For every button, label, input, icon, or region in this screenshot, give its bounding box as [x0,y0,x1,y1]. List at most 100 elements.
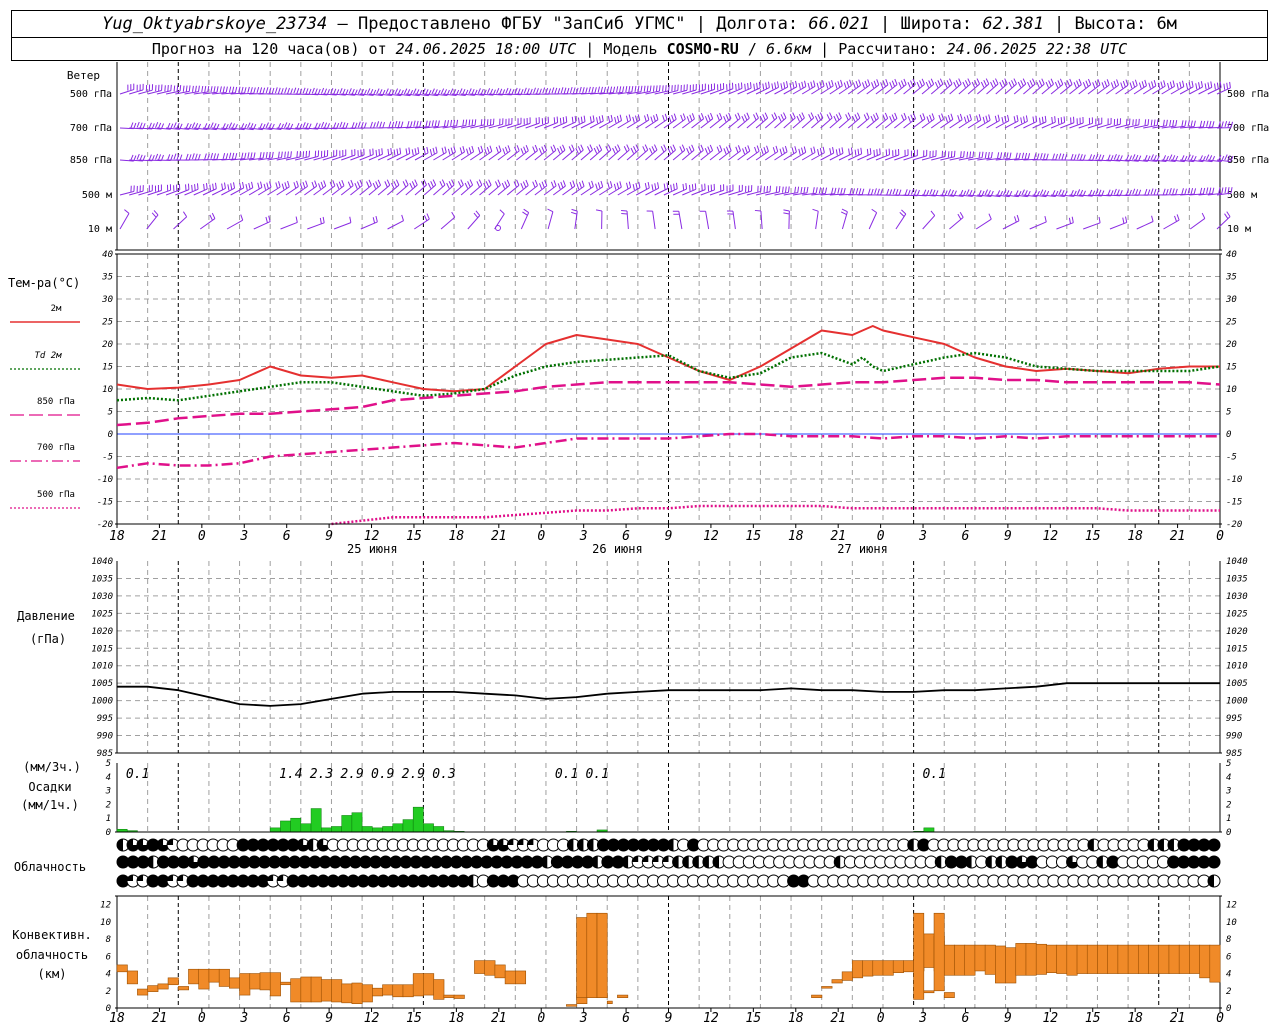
wind-barb-flag [783,82,786,89]
cloud-symbol-fill [137,875,144,881]
wind-barb-flag [1013,116,1016,123]
wind-barb-flag [480,145,484,152]
temp-xtick-label: 9 [1004,529,1012,544]
wind-barb-flag [663,183,666,190]
conv-cloud-bar [1209,944,1221,983]
wind-barb-flag [547,208,554,213]
pres-panel-label: Давление [17,609,75,623]
wind-level-label-left: 850 гПа [70,155,112,166]
wind-barb-flag [843,82,847,89]
wind-barb-flag [987,151,990,159]
wind-barb-flag [885,79,889,85]
wind-barb-flag [1141,81,1145,88]
wind-barb-flag [259,152,262,159]
wind-barb [857,148,872,161]
wind-barb-flag [417,147,420,154]
wind-barb-flag [1156,189,1160,196]
wind-barb [119,83,135,95]
wind-barb-flag [432,147,435,154]
wind-barb [520,208,530,230]
wind-barb [1078,117,1093,129]
wind-barb-flag [923,189,927,196]
wind-barb-flag [832,147,835,154]
conv-cloud-bar [1005,947,1017,984]
wind-barb-flag [1027,81,1031,88]
wind-barb-flag [635,182,638,189]
wind-barb-flag [1214,83,1216,90]
wind-barb-flag [262,87,266,94]
precip-bar [923,827,935,833]
wind-barb-flag [1036,153,1040,160]
precip-bar [392,823,404,833]
wind-barb-flag [894,78,898,85]
wind-barb-flag [228,122,233,129]
wind-barb [700,183,715,196]
wind-barb-flag [601,115,604,122]
temp-ytick-right: 30 [1225,295,1237,305]
wind-barb [737,112,750,129]
wind-barb-flag [557,183,561,190]
conv-xtick-label: 9 [325,1011,333,1024]
wind-barb-flag [405,148,408,155]
conv-cloud-bar [586,912,598,998]
wind-barb [377,179,391,196]
temp-legend-label: 500 гПа [37,490,75,500]
conv-xtick-label: 15 [406,1011,422,1024]
temp-xtick-label: 12 [1042,529,1058,544]
temp-ytick-left: -15 [97,498,113,508]
wind-barb-flag [1060,117,1063,124]
conv-ytick-left: 12 [100,901,111,911]
temp-ytick-left: -5 [102,453,113,463]
wind-barb-flag [1070,153,1074,160]
precip-bar [310,808,322,833]
wind-barb-flag [1082,82,1087,88]
wind-barb-flag [1193,188,1197,195]
wind-barb [193,183,208,196]
wind-barb [949,78,962,95]
conv-cloud-bar [259,972,271,991]
wind-barb-flag [1054,81,1059,88]
conv-xtick-label: 9 [665,1011,673,1024]
precip-ytick-left: 2 [106,800,111,810]
wind-barb-flag [803,186,806,194]
wind-barb-flag [260,181,263,188]
wind-barb-flag [660,146,665,152]
wind-barb-flag [810,112,815,119]
wind-barb [746,81,761,95]
wind-barb-flag [397,121,401,128]
wind-barb-flag [725,114,729,121]
wind-barb-flag [284,87,288,94]
wind-barb-flag [861,82,865,89]
wind-barb-flag [607,144,612,151]
wind-barb-flag [302,181,306,188]
conv-ytick-left: 10 [100,918,111,928]
wind-barb-flag [837,81,841,88]
wind-barb-flag [796,115,800,122]
wind-barb-flag [941,113,944,120]
wind-barb [146,210,159,230]
wind-barb [783,112,796,129]
wind-barb-flag [1013,78,1017,85]
wind-barb-flag [694,183,697,190]
conv-cloud-bar [453,994,465,999]
temp-legend-label: 850 гПа [37,397,75,407]
wind-barb [608,144,621,161]
wind-barb [895,209,907,230]
temp-xtick-label: 0 [198,529,206,544]
wind-barb-flag [866,112,870,119]
wind-barb-flag [794,186,797,193]
precip-bar [300,823,312,833]
cloud-symbol-fill [277,875,284,881]
wind-barb-flag [516,145,520,152]
wind-barb-flag [553,180,557,187]
wind-barb-flag [653,144,658,151]
wind-barb-flag [901,114,905,121]
wind-barb-flag [873,114,877,121]
wind-barb-flag [1073,82,1077,88]
wind-barb [571,115,586,129]
wind-barb-staff [469,184,483,196]
wind-barb-flag [290,88,293,95]
wind-barb-flag [984,151,987,159]
wind-barb-flag [631,86,634,93]
wind-barb-flag [164,85,166,92]
